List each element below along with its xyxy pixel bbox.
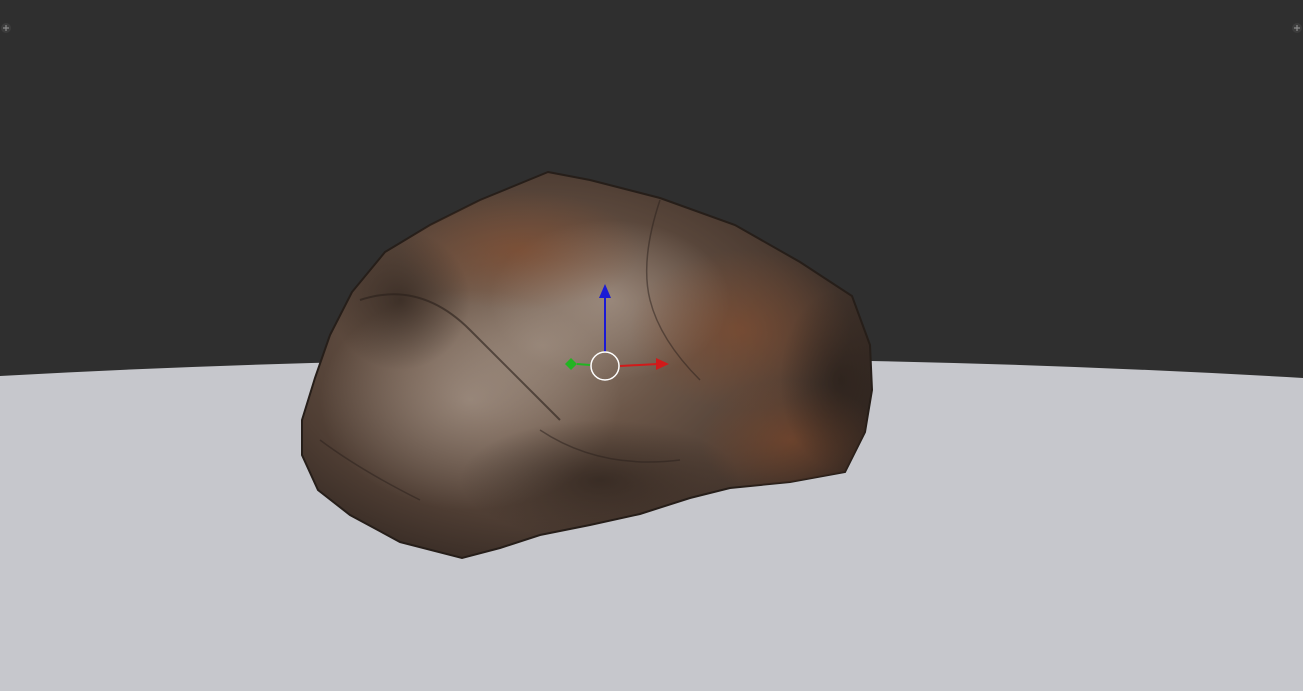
3d-viewport[interactable] — [0, 0, 1303, 691]
viewport-scene[interactable] — [0, 0, 1303, 691]
viewport-corner-right-plus-button[interactable] — [1291, 22, 1303, 34]
plus-icon — [1, 23, 11, 33]
y-axis-handle[interactable] — [576, 363, 591, 366]
viewport-corner-left-plus-button[interactable] — [0, 22, 12, 34]
plus-icon — [1292, 23, 1302, 33]
